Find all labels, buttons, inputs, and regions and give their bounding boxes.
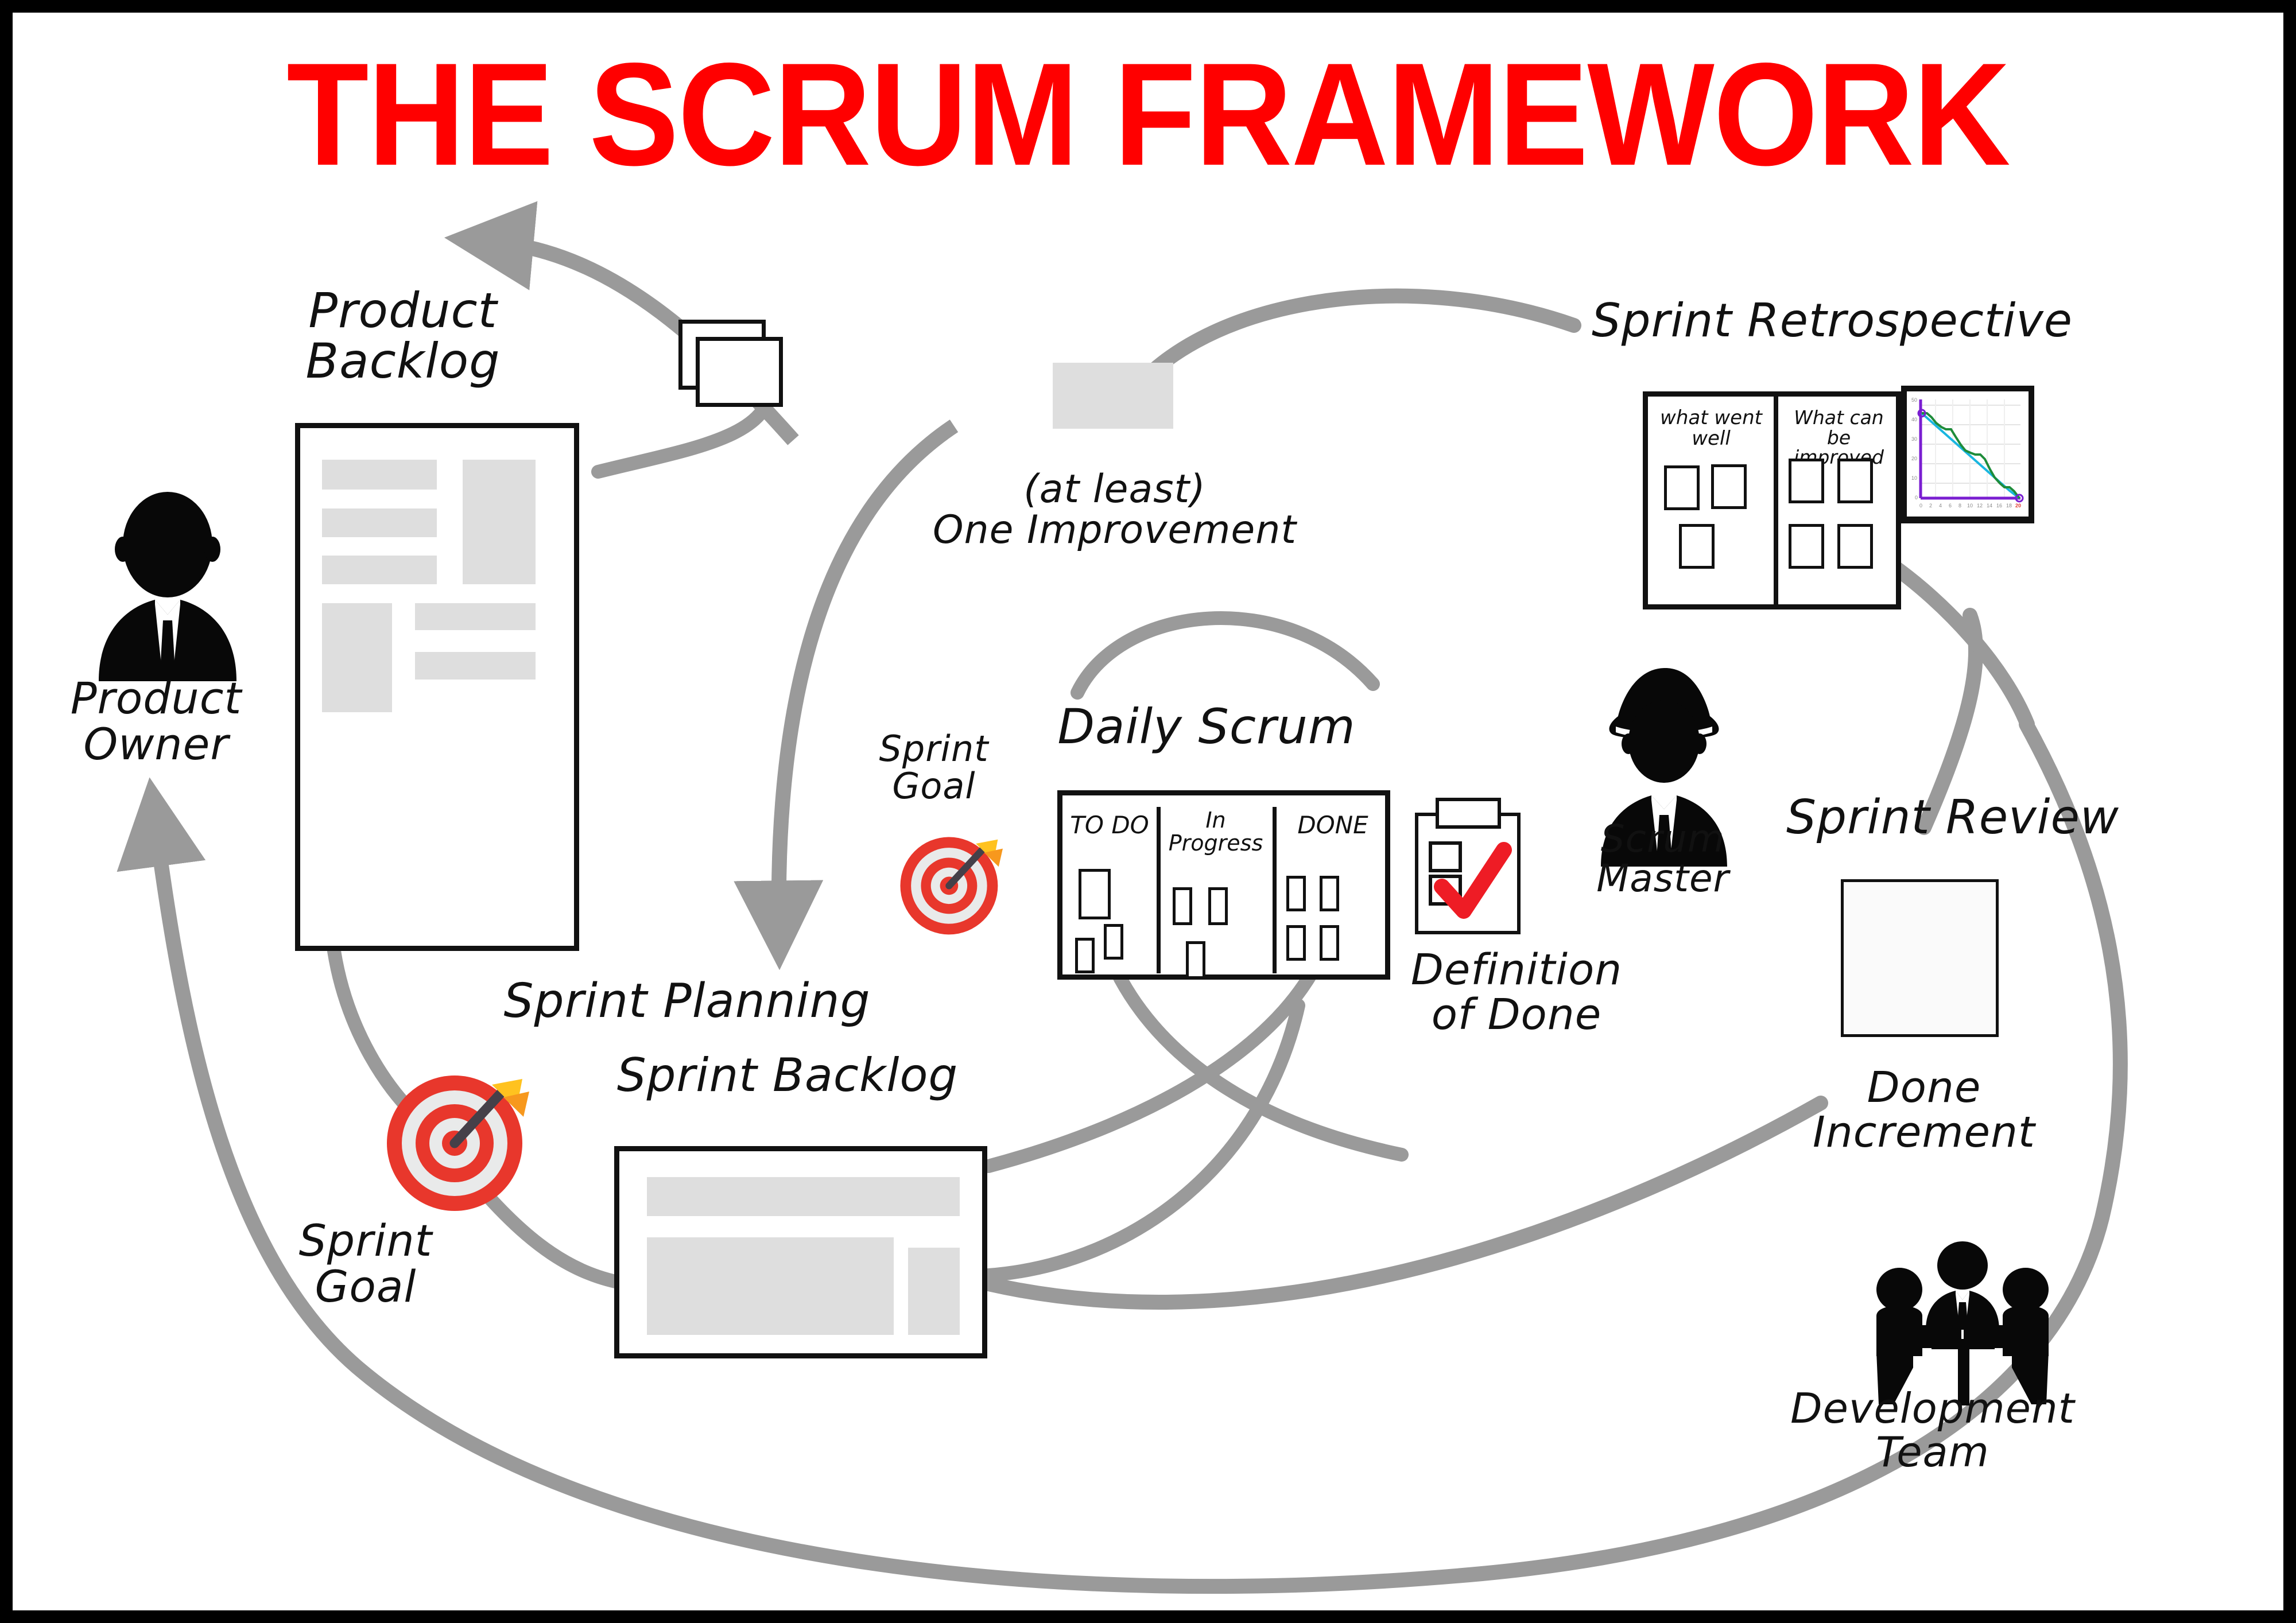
development-team-label: Development Team [1790,1384,2075,1476]
svg-text:6: 6 [1949,503,1952,508]
svg-text:4: 4 [1939,503,1942,508]
burndown-chart-icon: 50 40 30 20 10 0 0 2 4 6 8 10 12 14 16 1… [1901,386,2034,523]
daily-scrum-board: TO DO In Progress DONE [1057,790,1390,980]
daily-board-divider-2 [1273,807,1277,973]
svg-text:10: 10 [1967,503,1973,508]
svg-text:30: 30 [1911,436,1917,442]
daily-ticket [1286,876,1306,911]
arrow-retrospective-to-improvement [1113,288,1581,416]
svg-text:0: 0 [1915,495,1918,500]
sprint-backlog-item [647,1237,894,1335]
retro-board-divider [1774,391,1778,609]
arrow-daily-scrum-top-arc [1071,611,1380,700]
arrow-sprint-goal-to-sprint-backlog [465,1171,634,1291]
sprint-backlog-item [647,1177,960,1216]
sprint-goal-target-daily-icon [900,837,1003,935]
daily-ticket [1104,924,1123,960]
retro-note [1837,459,1873,503]
retro-note [1789,524,1824,569]
arrow-product-backlog-to-sprint-goal [327,944,421,1121]
daily-ticket [1173,887,1192,925]
product-backlog-label: Product Backlog [305,282,501,390]
definition-of-done-icon [1415,798,1521,934]
arrow-sprint-backlog-to-daily-scrum [982,999,1305,1282]
retro-note [1664,465,1700,510]
retro-note [1837,524,1873,569]
daily-ticket [1186,941,1205,979]
svg-text:20: 20 [2015,503,2021,508]
svg-text:0: 0 [1919,503,1922,508]
daily-scrum-label: Daily Scrum [1057,698,1356,755]
svg-text:2: 2 [1929,503,1932,508]
backlog-item [322,556,437,584]
poster-canvas: THE SCRUM FRAMEWORK 50 40 30 20 10 0 0 2… [13,13,2283,1610]
one-improvement-label: (at least) One Improvement [932,467,1297,553]
retrospective-board: what went well What can be improved [1643,391,1901,609]
product-owner-icon [99,492,236,681]
one-improvement-chip [1053,363,1173,429]
definition-of-done-label: Definition of Done [1410,945,1623,1039]
daily-ticket [1286,925,1306,961]
backlog-item [322,508,437,537]
arrow-retrospective-to-right-loop [1882,556,2035,732]
daily-ticket [1320,876,1339,911]
page-title: THE SCRUM FRAMEWORK [286,33,2010,196]
poster-root: THE SCRUM FRAMEWORK 50 40 30 20 10 0 0 2… [0,0,2296,1623]
product-backlog-board [295,423,579,951]
sprint-planning-label: Sprint Planning [503,974,871,1028]
daily-ticket [1079,869,1111,919]
product-owner-label: Product Owner [70,673,242,770]
sprint-goal-target-planning-icon [387,1075,529,1211]
backlog-item [415,603,536,630]
scrum-master-label: Scrum Master [1596,817,1729,901]
svg-text:10: 10 [1911,475,1917,481]
done-increment-label: Done Increment [1813,1063,2035,1157]
development-team-icon [1876,1241,2049,1405]
daily-ticket [1320,925,1339,961]
svg-text:18: 18 [2006,503,2012,508]
sprint-backlog-item [908,1248,960,1335]
svg-text:20: 20 [1911,456,1917,461]
backlog-card-front [696,337,783,407]
backlog-item [322,603,392,712]
daily-ticket [1208,887,1228,925]
svg-text:16: 16 [1996,503,2002,508]
retro-column-header-well: what went well [1660,406,1762,450]
sprint-goal-planning-label: Sprint Goal [298,1215,433,1312]
svg-text:50: 50 [1911,397,1917,403]
svg-text:14: 14 [1987,503,1992,508]
daily-column-header-todo: TO DO [1070,811,1149,839]
backlog-item [322,460,437,490]
daily-ticket [1075,938,1095,973]
backlog-item [415,652,536,680]
retro-note [1711,464,1747,509]
sprint-goal-daily-label: Sprint Goal [879,728,989,807]
sprint-review-label: Sprint Review [1786,790,2120,845]
retro-note [1789,459,1824,503]
sprint-backlog-board [614,1146,987,1358]
done-increment-frame [1841,879,1999,1037]
sprint-retrospective-label: Sprint Retrospective [1591,294,2073,347]
retro-note [1679,524,1715,569]
arrow-daily-scrum-to-sprint-review [981,1096,1828,1310]
backlog-item [463,460,536,584]
svg-text:8: 8 [1958,503,1961,508]
daily-column-header-inprogress: In Progress [1168,807,1263,856]
sprint-backlog-label: Sprint Backlog [616,1049,959,1102]
daily-board-divider-1 [1157,807,1161,973]
svg-text:40: 40 [1911,417,1917,422]
svg-text:12: 12 [1977,503,1983,508]
daily-column-header-done: DONE [1297,811,1368,839]
